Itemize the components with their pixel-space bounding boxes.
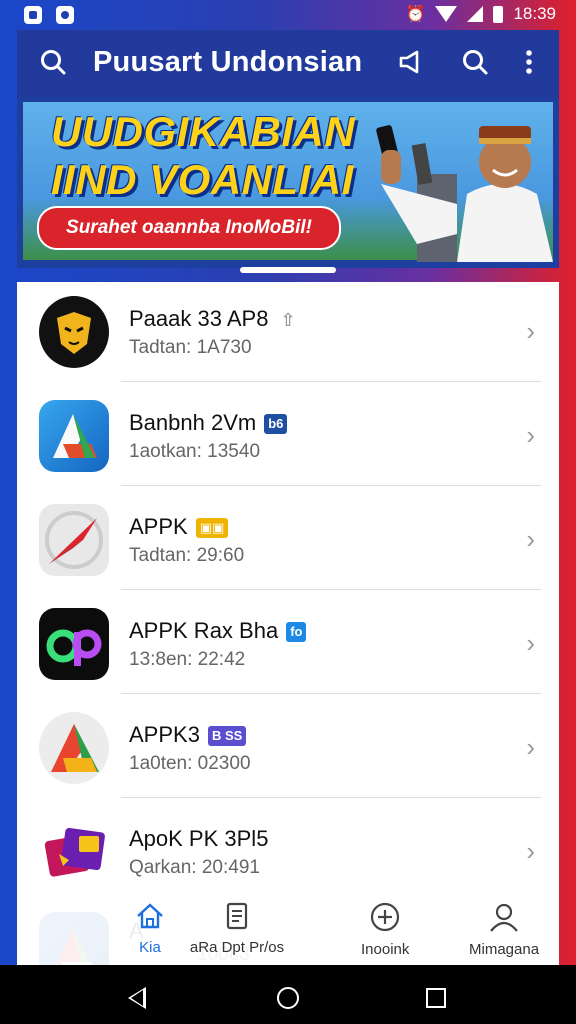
search-icon-secondary[interactable] xyxy=(461,48,489,82)
document-icon xyxy=(177,901,297,939)
app-name: APPK xyxy=(129,514,188,539)
battery-icon xyxy=(493,5,504,23)
app-name: Banbnh 2Vm xyxy=(129,410,257,435)
list-item[interactable]: Paaak 33 AP8 ⇧ Tadtan: 1A730 › xyxy=(17,282,559,382)
nav-profile-label: Mimagana xyxy=(469,941,540,958)
wifi-icon xyxy=(435,6,458,22)
divider xyxy=(121,589,541,590)
bottom-navigation: Kia aRa Dpt Pr/os Inooink Mimagana xyxy=(17,895,559,965)
banner-headline-line2: IIND VOANLIAI xyxy=(51,156,354,203)
app-icon-a-blue xyxy=(39,400,109,472)
app-bar: Puusart Undonsian xyxy=(17,30,559,98)
app-list: Paaak 33 AP8 ⇧ Tadtan: 1A730 › Banbnh 2Vm… xyxy=(17,282,559,982)
app-title: Puusart Undonsian xyxy=(93,46,363,78)
nav-docs[interactable]: aRa Dpt Pr/os xyxy=(177,901,297,956)
app-name: APPK Rax Bha xyxy=(129,618,279,643)
banner-headline-line1: UUDGIKABIAN xyxy=(51,108,356,155)
list-item[interactable]: APPK ▣▣ Tadtan: 29:60 › xyxy=(17,490,559,590)
chevron-right-icon: › xyxy=(526,732,535,762)
app-badge: fo xyxy=(286,622,307,643)
more-options-icon[interactable] xyxy=(523,48,535,82)
app-icon-compass xyxy=(39,504,109,576)
status-bar-indicators: ⏰ 18:39 xyxy=(406,4,556,24)
search-icon[interactable] xyxy=(39,48,67,82)
status-time: 18:39 xyxy=(513,4,556,23)
divider xyxy=(121,693,541,694)
app-subtitle: Tadtan: 1A730 xyxy=(129,337,252,358)
app-name: Paaak 33 AP8 xyxy=(129,306,269,331)
app-subtitle: 13:8en: 22:42 xyxy=(129,649,246,670)
alarm-icon: ⏰ xyxy=(405,6,426,23)
back-icon[interactable] xyxy=(128,987,146,1009)
app-icon-cards xyxy=(39,816,109,888)
chevron-right-icon: › xyxy=(526,628,535,658)
cell-signal-icon xyxy=(467,6,484,22)
app-icon-mask xyxy=(39,296,109,368)
divider xyxy=(121,797,541,798)
nav-add-label: Inooink xyxy=(361,941,410,958)
status-bar-notifications xyxy=(24,6,74,24)
system-navigation-bar xyxy=(0,965,576,1024)
banner-page-indicator xyxy=(240,267,336,273)
plus-circle-icon xyxy=(361,901,409,941)
chevron-right-icon: › xyxy=(526,316,535,346)
app-subtitle: 1a0ten: 02300 xyxy=(129,753,251,774)
list-item[interactable]: Banbnh 2Vm b6 1aotkan: 13540 › xyxy=(17,386,559,486)
nav-profile[interactable]: Mimagana xyxy=(469,901,539,958)
chevron-right-icon: › xyxy=(526,524,535,554)
app-icon-ap xyxy=(39,608,109,680)
list-item[interactable]: ApoK PK 3Pl5 Qarkan: 20:491 › xyxy=(17,802,559,902)
app-subtitle: Tadtan: 29:60 xyxy=(129,545,245,566)
app-name: APPK3 xyxy=(129,722,200,747)
divider xyxy=(121,485,541,486)
divider xyxy=(121,381,541,382)
home-icon xyxy=(135,901,165,939)
promo-banner[interactable]: UUDGIKABIAN IIND VOANLIAI Surahet oaannb… xyxy=(17,98,559,268)
app-badge: B SS xyxy=(207,726,247,747)
list-item[interactable]: APPK3 B SS 1a0ten: 02300 › xyxy=(17,698,559,798)
recent-apps-icon[interactable] xyxy=(426,988,446,1008)
app-subtitle: Qarkan: 20:491 xyxy=(129,857,260,878)
banner-tagline: Surahet oaannba InoMoBil! xyxy=(37,206,341,250)
app-subtitle: 1aotkan: 13540 xyxy=(129,441,261,462)
nav-docs-label: aRa Dpt Pr/os xyxy=(189,939,285,956)
list-item[interactable]: APPK Rax Bha fo 13:8en: 22:42 › xyxy=(17,594,559,694)
status-bar: ⏰ 18:39 xyxy=(0,0,576,30)
notification-app-icon xyxy=(24,6,42,24)
nav-home[interactable]: Kia xyxy=(135,901,165,956)
banner-person-illustration xyxy=(376,125,553,262)
notification-camera-icon xyxy=(56,6,74,24)
nav-home-label: Kia xyxy=(139,939,161,956)
app-badge: b6 xyxy=(264,414,288,435)
home-button-icon[interactable] xyxy=(277,987,299,1009)
pin-icon: ⇧ xyxy=(280,310,296,331)
app-badge: ▣▣ xyxy=(195,518,229,539)
chevron-right-icon: › xyxy=(526,420,535,450)
app-icon-a-color xyxy=(39,712,109,784)
announcement-icon[interactable] xyxy=(397,48,425,82)
app-name: ApoK PK 3Pl5 xyxy=(129,826,269,851)
person-icon xyxy=(469,901,539,941)
nav-add[interactable]: Inooink xyxy=(361,901,409,958)
chevron-right-icon: › xyxy=(526,836,535,866)
